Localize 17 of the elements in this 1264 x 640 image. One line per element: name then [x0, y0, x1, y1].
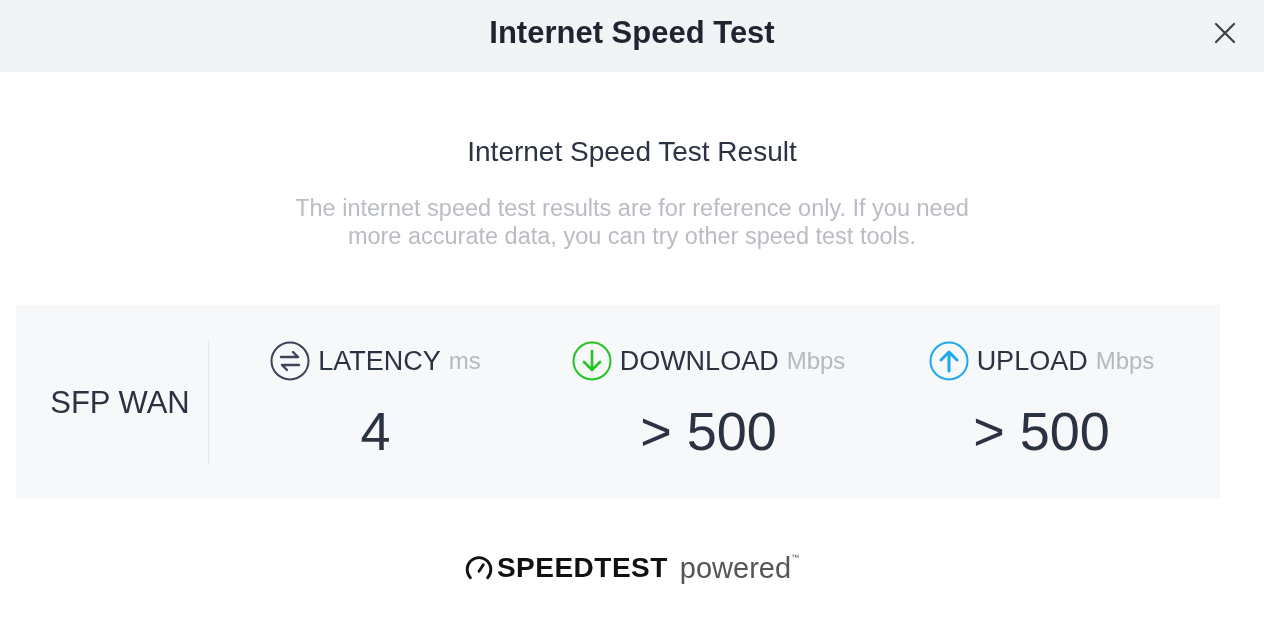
metric-unit: Mbps — [786, 346, 846, 376]
metric-label: UPLOAD — [976, 345, 1088, 377]
result-description: The internet speed test results are for reference only. If you need more accurate data, you can try other speed test tools. — [294, 194, 970, 250]
metric-unit: Mbps — [1095, 346, 1155, 376]
interface-name: SFP WAN — [50, 386, 190, 420]
brand-name: SPEEDTEST — [496, 552, 668, 584]
metric-unit: ms — [448, 346, 481, 376]
brand-tagline: powered$^{™}$ — [679, 552, 800, 584]
metric-value: > 500 — [973, 401, 1110, 461]
result-heading: Internet Speed Test Result — [466, 136, 798, 168]
gauge-icon — [464, 556, 493, 580]
metric-label: LATENCY — [318, 345, 441, 377]
metric-label: DOWNLOAD — [619, 345, 779, 377]
metric-value: 4 — [360, 401, 391, 461]
dialog-title: Internet Speed Test — [489, 15, 775, 51]
metric-value: > 500 — [640, 401, 777, 461]
close-icon — [1214, 22, 1236, 44]
